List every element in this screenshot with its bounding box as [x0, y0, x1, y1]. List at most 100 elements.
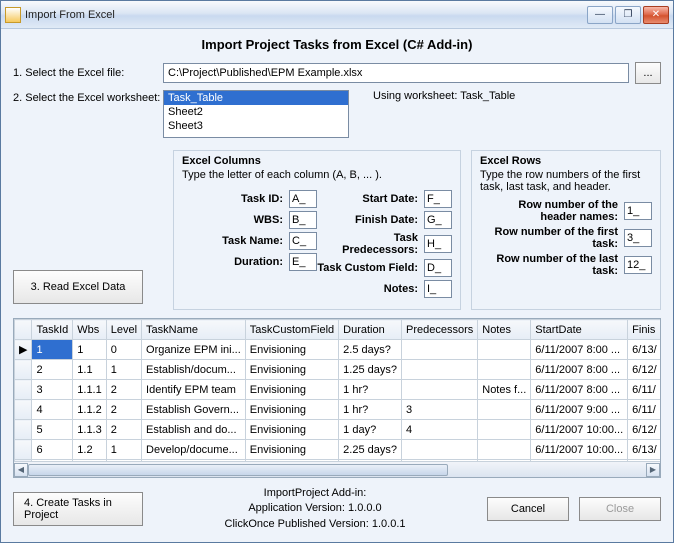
column-input[interactable]: [289, 211, 317, 229]
cell[interactable]: 6: [32, 440, 73, 460]
cell[interactable]: 4: [401, 420, 477, 440]
column-header[interactable]: Duration: [339, 320, 402, 340]
cell[interactable]: 2: [106, 380, 141, 400]
cell[interactable]: [401, 340, 477, 360]
cell[interactable]: 4: [32, 400, 73, 420]
cell[interactable]: 1: [73, 340, 106, 360]
cell[interactable]: 1: [32, 340, 73, 360]
cell[interactable]: Establish and do...: [142, 420, 246, 440]
column-header[interactable]: Wbs: [73, 320, 106, 340]
cell[interactable]: Identify EPM team: [142, 380, 246, 400]
cell[interactable]: [478, 420, 531, 440]
cell[interactable]: 1.1.2: [73, 400, 106, 420]
row-input[interactable]: [624, 229, 652, 247]
cell[interactable]: 1.1.1: [73, 380, 106, 400]
cell[interactable]: Establish/docum...: [142, 360, 246, 380]
cell[interactable]: 3: [401, 400, 477, 420]
column-header[interactable]: StartDate: [531, 320, 628, 340]
cell[interactable]: [478, 440, 531, 460]
column-header[interactable]: Finis: [628, 320, 660, 340]
worksheet-item[interactable]: Sheet3: [164, 119, 348, 133]
worksheet-item[interactable]: Sheet2: [164, 105, 348, 119]
scroll-left-icon[interactable]: ◀: [14, 463, 28, 477]
cell[interactable]: 6/12/: [628, 420, 660, 440]
read-excel-data-button[interactable]: 3. Read Excel Data: [13, 270, 143, 304]
cell[interactable]: [478, 340, 531, 360]
column-header[interactable]: Notes: [478, 320, 531, 340]
cell[interactable]: 6/11/: [628, 380, 660, 400]
cell[interactable]: 6/11/2007 8:00 ...: [531, 360, 628, 380]
table-row[interactable]: 51.1.32Establish and do...Envisioning1 d…: [15, 420, 661, 440]
cell[interactable]: [401, 380, 477, 400]
horizontal-scrollbar[interactable]: ◀ ▶: [14, 461, 660, 477]
cell[interactable]: 1: [106, 440, 141, 460]
column-input[interactable]: [424, 235, 452, 253]
cell[interactable]: 5: [32, 420, 73, 440]
scroll-thumb[interactable]: [28, 464, 448, 476]
cell[interactable]: 1.1.3: [73, 420, 106, 440]
maximize-button[interactable]: ❐: [615, 6, 641, 24]
row-header[interactable]: [15, 360, 32, 380]
column-input[interactable]: [289, 253, 317, 271]
column-input[interactable]: [424, 190, 452, 208]
cell[interactable]: Envisioning: [245, 420, 338, 440]
excel-path-input[interactable]: [163, 63, 629, 83]
table-row[interactable]: 61.21Develop/docume...Envisioning2.25 da…: [15, 440, 661, 460]
row-header[interactable]: [15, 400, 32, 420]
cell[interactable]: Establish Govern...: [142, 400, 246, 420]
column-input[interactable]: [289, 232, 317, 250]
cell[interactable]: Envisioning: [245, 380, 338, 400]
cell[interactable]: 6/11/2007 9:00 ...: [531, 400, 628, 420]
cell[interactable]: 0: [106, 340, 141, 360]
cell[interactable]: 1 hr?: [339, 400, 402, 420]
column-header[interactable]: [15, 320, 32, 340]
column-header[interactable]: TaskCustomField: [245, 320, 338, 340]
cell[interactable]: 1.25 days?: [339, 360, 402, 380]
cancel-button[interactable]: Cancel: [487, 497, 569, 521]
cell[interactable]: Organize EPM ini...: [142, 340, 246, 360]
column-header[interactable]: TaskName: [142, 320, 246, 340]
table-row[interactable]: ▶110Organize EPM ini...Envisioning2.5 da…: [15, 340, 661, 360]
cell[interactable]: [478, 400, 531, 420]
row-input[interactable]: [624, 256, 652, 274]
cell[interactable]: 6/13/: [628, 340, 660, 360]
row-header[interactable]: ▶: [15, 340, 32, 360]
cell[interactable]: Envisioning: [245, 440, 338, 460]
cell[interactable]: 6/12/: [628, 360, 660, 380]
cell[interactable]: 6/11/2007 10:00...: [531, 420, 628, 440]
worksheet-item[interactable]: Task_Table: [164, 91, 348, 105]
create-tasks-button[interactable]: 4. Create Tasks in Project: [13, 492, 143, 526]
column-header[interactable]: Level: [106, 320, 141, 340]
cell[interactable]: Notes f...: [478, 380, 531, 400]
cell[interactable]: 1.1: [73, 360, 106, 380]
cell[interactable]: 6/11/2007 8:00 ...: [531, 340, 628, 360]
cell[interactable]: Envisioning: [245, 360, 338, 380]
cell[interactable]: 6/11/2007 8:00 ...: [531, 380, 628, 400]
column-header[interactable]: TaskId: [32, 320, 73, 340]
cell[interactable]: 2.25 days?: [339, 440, 402, 460]
cell[interactable]: 6/11/: [628, 400, 660, 420]
cell[interactable]: 1 hr?: [339, 380, 402, 400]
cell[interactable]: 2: [106, 420, 141, 440]
cell[interactable]: Envisioning: [245, 340, 338, 360]
cell[interactable]: 6/11/2007 10:00...: [531, 440, 628, 460]
column-input[interactable]: [289, 190, 317, 208]
cell[interactable]: [478, 360, 531, 380]
row-header[interactable]: [15, 380, 32, 400]
cell[interactable]: Envisioning: [245, 400, 338, 420]
column-input[interactable]: [424, 280, 452, 298]
worksheet-listbox[interactable]: Task_Table Sheet2 Sheet3: [163, 90, 349, 138]
table-row[interactable]: 41.1.22Establish Govern...Envisioning1 h…: [15, 400, 661, 420]
cell[interactable]: 1 day?: [339, 420, 402, 440]
cell[interactable]: 1: [106, 360, 141, 380]
browse-button[interactable]: ...: [635, 62, 661, 84]
cell[interactable]: Develop/docume...: [142, 440, 246, 460]
cell[interactable]: [401, 360, 477, 380]
column-header[interactable]: Predecessors: [401, 320, 477, 340]
table-row[interactable]: 31.1.12Identify EPM teamEnvisioning1 hr?…: [15, 380, 661, 400]
row-header[interactable]: [15, 440, 32, 460]
column-input[interactable]: [424, 211, 452, 229]
row-input[interactable]: [624, 202, 652, 220]
close-button[interactable]: Close: [579, 497, 661, 521]
minimize-button[interactable]: —: [587, 6, 613, 24]
